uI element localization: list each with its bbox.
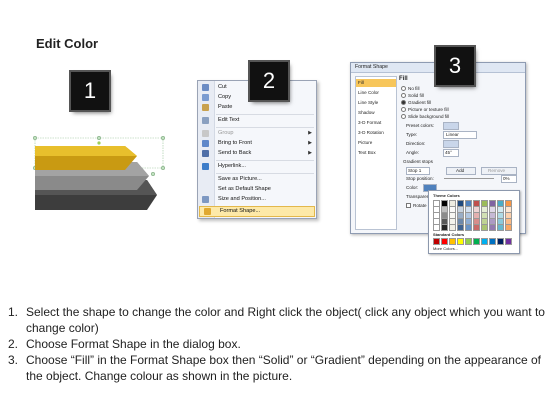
type-label: Type: (406, 132, 418, 137)
stop-dropdown[interactable]: Stop 1 (406, 167, 430, 175)
add-stop-button[interactable]: Add (446, 167, 476, 175)
color-swatch[interactable] (505, 238, 512, 245)
angle-label: Angle: (406, 150, 420, 155)
category-line-color[interactable]: Line Color (358, 89, 379, 97)
color-swatch[interactable] (457, 224, 464, 231)
color-swatch[interactable] (497, 224, 504, 231)
bring-to-front-icon (202, 140, 209, 147)
radio-selected-icon (401, 100, 406, 106)
instruction-step-2: 2. Choose Format Shape in the dialog box. (8, 337, 241, 351)
category-picture[interactable]: Picture (358, 139, 372, 147)
color-swatch[interactable] (489, 224, 496, 231)
color-swatch[interactable] (449, 224, 456, 231)
option-picture-fill[interactable]: Picture or texture fill (401, 107, 449, 113)
category-list: Fill Line Color Line Style Shadow 3-D Fo… (355, 76, 397, 230)
menu-item-hyperlink[interactable]: Hyperlink... (198, 162, 316, 171)
rotate-checkbox[interactable]: Rotate (406, 203, 427, 209)
category-3d-format[interactable]: 3-D Format (358, 119, 381, 127)
option-gradient-fill[interactable]: Gradient fill (401, 100, 431, 106)
menu-item-bring-to-front[interactable]: Bring to Front ▶ (198, 139, 316, 148)
send-to-back-icon (202, 150, 209, 157)
angle-field[interactable]: 45° (443, 149, 459, 157)
category-line-style[interactable]: Line Style (358, 99, 378, 107)
color-swatch[interactable] (465, 224, 472, 231)
radio-icon (401, 93, 406, 99)
standard-colors-label: Standard Colors (433, 232, 465, 237)
menu-item-size-position[interactable]: Size and Position... (198, 195, 316, 204)
menu-item-group[interactable]: Group ▶ (198, 129, 316, 138)
option-slide-background-fill[interactable]: Slide background fill (401, 114, 449, 120)
preset-colors-label: Preset colors: (406, 123, 435, 128)
submenu-arrow-icon: ▶ (308, 130, 312, 136)
preset-colors-dropdown[interactable] (443, 122, 459, 130)
menu-separator (216, 160, 314, 161)
color-swatch[interactable] (505, 224, 512, 231)
stop-position-slider[interactable] (444, 178, 494, 179)
color-swatch[interactable] (497, 238, 504, 245)
option-solid-fill[interactable]: Solid fill (401, 93, 424, 99)
submenu-arrow-icon: ▶ (308, 140, 312, 146)
menu-item-set-default-shape[interactable]: Set as Default Shape (198, 185, 316, 194)
color-swatch[interactable] (481, 224, 488, 231)
group-icon (202, 130, 209, 137)
color-swatch[interactable] (473, 238, 480, 245)
color-swatch[interactable] (441, 238, 448, 245)
step-badge-3: 3 (436, 47, 474, 85)
section-heading: Fill (399, 76, 408, 82)
category-shadow[interactable]: Shadow (358, 109, 375, 117)
edit-text-icon (202, 117, 209, 124)
option-no-fill[interactable]: No fill (401, 86, 420, 92)
radio-icon (401, 114, 406, 120)
color-swatch[interactable] (433, 224, 440, 231)
remove-stop-button[interactable]: Remove (481, 167, 517, 175)
color-swatch[interactable] (433, 238, 440, 245)
color-label: Color: (406, 185, 419, 190)
color-swatch[interactable] (449, 238, 456, 245)
step-badge-2: 2 (250, 62, 288, 100)
more-colors-link[interactable]: More Colors... (433, 246, 458, 251)
gradient-stops-label: Gradient stops (403, 159, 433, 164)
menu-separator (216, 127, 314, 128)
color-swatch[interactable] (441, 224, 448, 231)
page-title: Edit Color (36, 36, 99, 51)
direction-label: Direction: (406, 141, 426, 146)
radio-icon (401, 107, 406, 113)
size-position-icon (202, 196, 209, 203)
context-menu: Cut Copy Paste Edit Text Group ▶ Bring to… (197, 80, 317, 219)
step-badge-1: 1 (71, 72, 109, 110)
stop-position-label: Stop position: (406, 176, 434, 181)
arrow-shapes-illustration[interactable] (25, 134, 175, 229)
copy-icon (202, 94, 209, 101)
menu-separator (216, 114, 314, 115)
menu-item-save-as-picture[interactable]: Save as Picture... (198, 175, 316, 184)
color-swatch[interactable] (489, 238, 496, 245)
color-swatch[interactable] (457, 238, 464, 245)
direction-dropdown[interactable] (443, 140, 459, 148)
format-shape-icon (204, 208, 211, 215)
menu-item-edit-text[interactable]: Edit Text (198, 116, 316, 125)
cut-icon (202, 84, 209, 91)
instruction-step-3: 3. Choose “Fill” in the Format Shape box … (8, 353, 541, 383)
paste-icon (202, 104, 209, 111)
category-3d-rotation[interactable]: 3-D Rotation (358, 129, 384, 137)
hyperlink-icon (202, 163, 209, 170)
instruction-step-1: 1. Select the shape to change the color a… (8, 305, 545, 335)
stop-position-field[interactable]: 0% (501, 175, 517, 183)
color-swatch[interactable] (473, 224, 480, 231)
theme-colors-label: Theme Colors (433, 193, 460, 198)
color-swatch[interactable] (465, 238, 472, 245)
radio-icon (401, 86, 406, 92)
checkbox-icon (406, 203, 411, 209)
menu-item-send-to-back[interactable]: Send to Back ▶ (198, 149, 316, 158)
instructions: 1. Select the shape to change the color a… (4, 304, 556, 384)
color-palette-popup: Theme Colors Standard Colors More Colors… (428, 190, 520, 254)
category-text-box[interactable]: Text Box (358, 149, 376, 157)
type-dropdown[interactable]: Linear (443, 131, 477, 139)
color-swatch[interactable] (481, 238, 488, 245)
submenu-arrow-icon: ▶ (308, 150, 312, 156)
category-fill[interactable]: Fill (356, 79, 396, 87)
menu-item-paste[interactable]: Paste (198, 103, 316, 112)
menu-separator (216, 173, 314, 174)
menu-item-format-shape[interactable]: Format Shape... (199, 206, 315, 217)
